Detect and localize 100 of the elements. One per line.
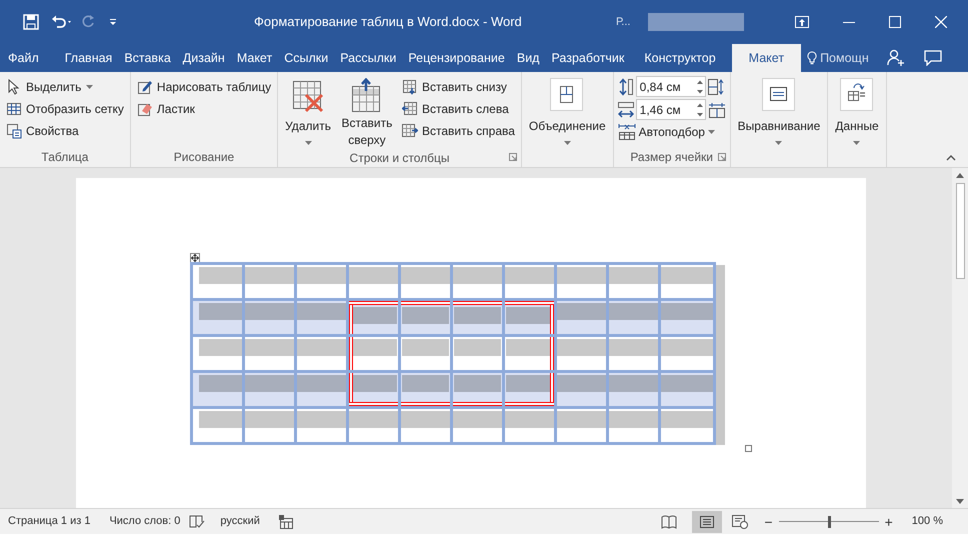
spinner-arrows-icon[interactable] [696,80,703,94]
table-cell[interactable] [609,337,661,370]
table-cell[interactable] [453,337,505,370]
zoom-slider-thumb[interactable] [828,516,831,528]
table-row[interactable] [190,373,716,409]
ribbon-tab[interactable]: Главная [58,44,118,72]
table-move-handle-icon[interactable] [190,253,200,263]
table-cell[interactable] [453,265,505,298]
vertical-scrollbar[interactable] [952,168,968,508]
ribbon-button[interactable]: Вставить слева [400,98,517,120]
customize-toolbar-icon[interactable] [109,18,117,26]
maximize-icon[interactable] [889,16,901,28]
table-cell[interactable] [349,337,401,370]
ribbon-button[interactable]: Вставить справа [400,120,517,142]
table-cell[interactable] [609,409,661,442]
table-cell[interactable] [609,265,661,298]
ribbon-tab[interactable]: Вид [510,44,546,72]
word-count[interactable]: Число слов: 0 [109,513,180,530]
table-cell[interactable] [297,337,349,370]
print-layout-button[interactable] [692,510,722,532]
comments-icon[interactable] [924,50,942,66]
ribbon-button[interactable]: Нарисовать таблицу [134,76,274,98]
table-cell[interactable] [453,409,505,442]
distribute-rows-icon[interactable] [708,78,726,94]
row-height-field[interactable]: 0,84 см [636,76,706,97]
table-cell[interactable] [453,373,505,406]
macro-icon[interactable] [278,514,294,528]
ribbon-tab[interactable]: Дизайн [176,44,231,72]
scroll-down-icon[interactable] [956,499,964,504]
ribbon-display-options-icon[interactable] [795,16,809,28]
column-width-field[interactable]: 1,46 см [636,99,706,120]
tell-me-button[interactable]: Помощн [807,44,869,72]
table-cell[interactable] [609,373,661,406]
table-cell[interactable] [505,409,557,442]
table-row[interactable] [190,301,716,337]
table-cell[interactable] [401,337,453,370]
table-cell[interactable] [245,301,297,334]
language[interactable]: русский [220,513,260,530]
save-icon[interactable] [23,14,39,30]
ribbon-tab[interactable]: Рассылки [334,44,402,72]
ribbon-tab[interactable]: Рецензирование [402,44,511,72]
ribbon-button[interactable]: Выравнивание [734,76,824,147]
table-cell[interactable] [297,265,349,298]
page-count[interactable]: Страница 1 из 1 [8,513,90,530]
scroll-up-icon[interactable] [956,173,964,178]
table-cell[interactable] [401,409,453,442]
table-cell[interactable] [557,265,609,298]
ribbon-tab[interactable]: Макет [230,44,278,72]
zoom-slider[interactable] [778,516,879,528]
table-cell[interactable] [557,373,609,406]
table-cell[interactable] [557,301,609,334]
table-cell[interactable] [557,409,609,442]
ribbon-button[interactable]: Вставить сверху [338,76,396,149]
table-cell[interactable] [401,301,453,334]
add-person-icon[interactable] [886,49,905,67]
zoom-in-button[interactable]: + [882,514,895,528]
distribute-columns-icon[interactable] [708,102,726,118]
table-resize-handle[interactable] [745,445,752,452]
close-icon[interactable] [935,16,947,28]
zoom-out-button[interactable]: − [762,514,775,528]
table-cell[interactable] [349,409,401,442]
read-mode-icon[interactable] [661,514,678,528]
collapse-ribbon-icon[interactable] [946,155,956,161]
table-cell[interactable] [505,301,557,334]
table-cell[interactable] [349,373,401,406]
autofit-button[interactable]: Автоподбор [618,122,726,142]
ribbon-tab[interactable]: Конструктор [638,44,722,72]
table-cell[interactable] [557,337,609,370]
ribbon-tab[interactable]: Ссылки [278,44,334,72]
ribbon-button[interactable]: Свойства [4,120,126,142]
table-cell[interactable] [401,265,453,298]
proofing-icon[interactable] [189,514,206,528]
table-cell[interactable] [245,265,297,298]
spinner-arrows-icon[interactable] [696,102,703,116]
table-cell[interactable] [401,373,453,406]
table-cell[interactable] [349,265,401,298]
table-cell[interactable] [245,337,297,370]
table-cell[interactable] [505,337,557,370]
undo-icon[interactable] [50,14,74,30]
dialog-launcher-icon[interactable] [508,153,517,161]
table-cell[interactable] [505,373,557,406]
ribbon-tab[interactable]: Файл [2,44,45,72]
ribbon-button[interactable]: Отобразить сетку [4,98,126,120]
table-cell[interactable] [297,373,349,406]
ribbon-tab[interactable]: Вставка [118,44,177,72]
table-cell[interactable] [297,301,349,334]
ribbon-button[interactable]: Выделить [4,76,126,98]
ribbon-button[interactable]: Объединение [526,76,609,147]
dialog-launcher-icon[interactable] [718,153,726,161]
ribbon-tab[interactable]: Макет [732,44,802,72]
table-cell[interactable] [609,301,661,334]
web-layout-icon[interactable] [732,514,748,528]
table-row[interactable] [190,409,716,445]
ribbon-button[interactable]: Вставить снизу [400,76,517,98]
zoom-level[interactable]: 100 % [912,513,943,530]
table-cell[interactable] [245,409,297,442]
table-cell[interactable] [505,265,557,298]
ribbon-tab[interactable]: Разработчик [545,44,630,72]
ribbon-button[interactable]: Ластик [134,98,274,120]
table-cell[interactable] [453,301,505,334]
